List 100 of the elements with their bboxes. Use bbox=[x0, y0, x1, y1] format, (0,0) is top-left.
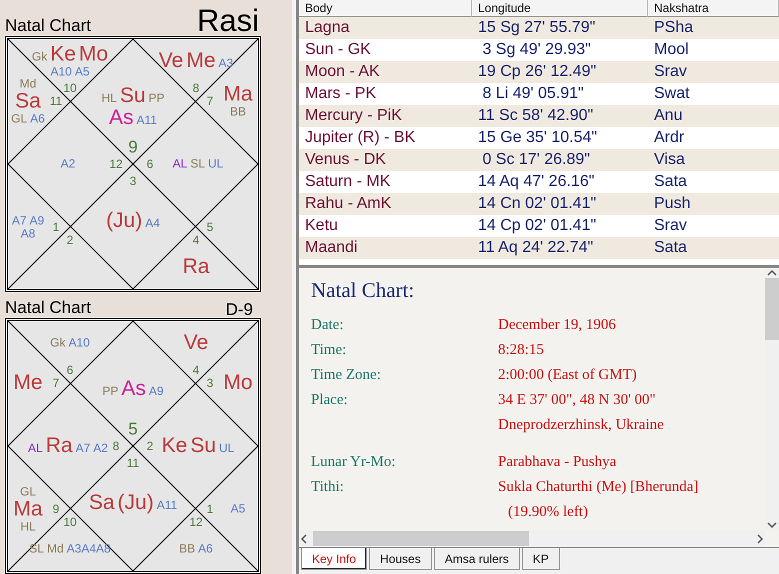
scroll-thumb[interactable] bbox=[765, 278, 779, 340]
info-value: 8:28:15 bbox=[498, 341, 545, 360]
sign-number: 8 bbox=[112, 440, 120, 452]
sign-number: 5 bbox=[128, 420, 138, 438]
table-cell: 11 Sc 58' 42.90" bbox=[472, 105, 648, 127]
table-cell: 0 Sc 17' 26.89" bbox=[472, 149, 648, 171]
chart-label: A10 bbox=[68, 336, 90, 350]
chart-label: AL bbox=[28, 442, 43, 455]
sign-number: 1 bbox=[206, 503, 214, 515]
chart-label: A2 bbox=[60, 158, 76, 170]
table-cell: 19 Cp 26' 12.49" bbox=[472, 61, 648, 83]
chart-label: A6 bbox=[30, 112, 45, 125]
scroll-thumb[interactable] bbox=[313, 531, 529, 546]
chart-title: Natal Chart bbox=[5, 298, 91, 318]
sign-number: 5 bbox=[206, 221, 214, 233]
table-cell: Rahu - AmK bbox=[299, 193, 472, 215]
column-header[interactable]: Nakshatra bbox=[648, 0, 779, 17]
sign-number: 3 bbox=[206, 377, 214, 389]
tab[interactable]: KP bbox=[522, 548, 560, 570]
chart-label: Sa bbox=[88, 492, 115, 514]
chart-label: AL bbox=[172, 158, 188, 170]
column-header[interactable]: Body bbox=[299, 0, 472, 17]
table-cell: Push bbox=[648, 193, 779, 215]
chart-label: Ve bbox=[158, 50, 184, 72]
chart-label: Me bbox=[186, 50, 216, 72]
chart-label: Gk bbox=[50, 336, 66, 350]
chart-label: Ke bbox=[162, 434, 188, 458]
horizontal-scrollbar[interactable] bbox=[299, 530, 765, 547]
sign-number: 1 bbox=[52, 221, 60, 233]
sign-number: 2 bbox=[66, 234, 74, 246]
sign-number: 7 bbox=[52, 377, 60, 389]
sign-number: 12 bbox=[189, 516, 203, 528]
chart-label: Gk bbox=[32, 50, 48, 64]
tab[interactable]: Houses bbox=[369, 548, 432, 570]
table-cell: Maandi bbox=[299, 237, 472, 259]
chart-label: Md bbox=[46, 542, 64, 556]
chart-label: A9 bbox=[30, 214, 44, 227]
info-label: Time: bbox=[311, 341, 348, 360]
sign-number: 11 bbox=[50, 95, 62, 107]
info-value: (19.90% left) bbox=[507, 503, 589, 522]
chart-label: BB bbox=[230, 106, 246, 118]
chart-label: GL bbox=[20, 485, 36, 498]
sign-number: 9 bbox=[128, 138, 138, 156]
chart-label: A11 bbox=[136, 114, 157, 127]
table-cell: PSha bbox=[648, 17, 779, 39]
chart-label: Ra bbox=[46, 434, 73, 458]
info-value: 2:00:00 (East of GMT) bbox=[498, 366, 638, 385]
info-label: Time Zone: bbox=[311, 366, 382, 385]
chart-label: Sa bbox=[15, 90, 41, 112]
chart-varga-label: D-9 bbox=[226, 301, 253, 318]
chart-label: Su bbox=[120, 84, 146, 107]
chart-label: A9 bbox=[148, 384, 164, 398]
sign-number: 7 bbox=[206, 95, 214, 107]
chart-label: A11 bbox=[156, 498, 178, 512]
chart-label: Ke bbox=[50, 44, 76, 66]
chart-label: Ma bbox=[223, 84, 253, 106]
table-cell: Sata bbox=[648, 237, 779, 259]
sign-number: 4 bbox=[192, 234, 200, 246]
info-label: Tithi: bbox=[311, 478, 345, 497]
chart-label: A4 bbox=[145, 216, 160, 230]
chart-label: A7 bbox=[76, 442, 90, 455]
table-cell: Srav bbox=[648, 61, 779, 83]
sign-number: 8 bbox=[192, 82, 200, 94]
table-cell: Mercury - PiK bbox=[299, 105, 472, 127]
scroll-up-icon[interactable] bbox=[767, 268, 777, 278]
chart-label: SL bbox=[29, 542, 44, 556]
info-label: Date: bbox=[311, 316, 344, 335]
column-header[interactable]: Longitude bbox=[472, 0, 648, 17]
info-label: Place: bbox=[311, 391, 349, 410]
chart-label: As bbox=[109, 107, 134, 130]
chart-varga-label: Rasi bbox=[196, 5, 259, 36]
table-cell: Venus - DK bbox=[299, 149, 472, 171]
scroll-down-icon[interactable] bbox=[767, 520, 777, 530]
chart-label: Md bbox=[20, 77, 36, 90]
scroll-left-icon[interactable] bbox=[299, 534, 309, 544]
info-value: Parabhava - Pushya bbox=[498, 453, 618, 472]
tab[interactable]: Key Info bbox=[301, 548, 368, 570]
table-cell: 11 Aq 24' 22.74" bbox=[472, 237, 648, 259]
chart-label: UL bbox=[219, 442, 234, 455]
scroll-right-icon[interactable] bbox=[755, 534, 765, 544]
chart-label: A3 bbox=[218, 56, 234, 70]
info-heading: Natal Chart: bbox=[311, 278, 416, 303]
chart-label: A3A4A8 bbox=[66, 542, 111, 556]
chart-label: PP bbox=[148, 92, 165, 105]
vertical-scrollbar[interactable] bbox=[765, 268, 779, 530]
sign-number: 4 bbox=[192, 364, 200, 376]
sign-number: 10 bbox=[63, 82, 77, 94]
sign-number: 9 bbox=[52, 503, 60, 515]
sign-number: 6 bbox=[66, 364, 74, 376]
sign-number: 11 bbox=[126, 457, 140, 469]
chart-title: Natal Chart bbox=[5, 16, 91, 36]
chart-label: As bbox=[121, 378, 146, 400]
tab[interactable]: Amsa rulers bbox=[434, 548, 520, 570]
chart-label: SL bbox=[190, 158, 206, 170]
chart-label: Ra bbox=[182, 256, 210, 278]
chart-label: A2 bbox=[93, 442, 108, 455]
table-cell: 15 Sg 27' 55.79" bbox=[472, 17, 648, 39]
sign-number: 12 bbox=[109, 158, 123, 170]
chart-label: (Ju) bbox=[118, 492, 154, 514]
chart-label: A5 bbox=[230, 502, 246, 516]
